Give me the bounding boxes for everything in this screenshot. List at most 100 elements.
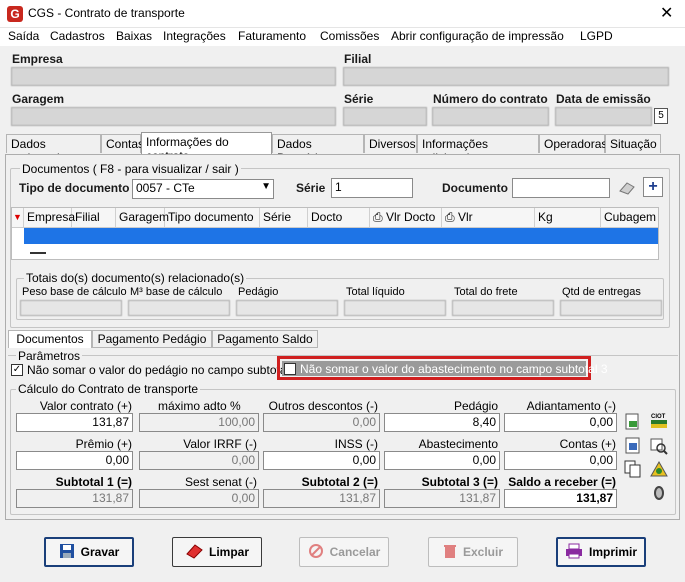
maximo-adto-label: máximo adto % bbox=[158, 399, 241, 413]
search-icon[interactable] bbox=[650, 437, 668, 455]
documento-input[interactable] bbox=[512, 178, 610, 198]
copy-icon[interactable] bbox=[624, 460, 642, 478]
premio-label: Prêmio (+) bbox=[75, 437, 132, 451]
total-frete-field bbox=[452, 300, 554, 316]
abastecimento-input[interactable]: 0,00 bbox=[384, 451, 500, 470]
menu-comissoes[interactable]: Comissões bbox=[320, 29, 379, 43]
add-document-button[interactable]: + bbox=[643, 177, 663, 197]
garagem-field[interactable] bbox=[11, 107, 336, 126]
adiantamento-input[interactable]: 0,00 bbox=[504, 413, 617, 432]
col-docto[interactable]: Docto bbox=[308, 208, 370, 227]
menu-faturamento[interactable]: Faturamento bbox=[238, 29, 306, 43]
calculator-icon[interactable] bbox=[624, 437, 642, 455]
ciot-icon[interactable]: CIOT bbox=[650, 411, 668, 429]
svg-text:CIOT: CIOT bbox=[651, 414, 666, 420]
serie-doc-input[interactable]: 1 bbox=[331, 178, 413, 198]
col-tipo-documento[interactable]: Tipo documento bbox=[165, 208, 260, 227]
sest-senat-label: Sest senat (-) bbox=[184, 475, 257, 489]
pedagio-input[interactable]: 8,40 bbox=[384, 413, 500, 432]
tab-situacao[interactable]: Situação bbox=[605, 134, 661, 153]
gravar-button[interactable]: Gravar bbox=[44, 537, 134, 567]
premio-input[interactable]: 0,00 bbox=[16, 451, 133, 470]
subtotal2-input: 131,87 bbox=[263, 489, 380, 508]
triangle-chart-icon[interactable] bbox=[650, 460, 668, 478]
table-row[interactable] bbox=[24, 228, 658, 244]
tab-informacoes-contrato[interactable]: Informações do contrato bbox=[141, 132, 272, 163]
contas-label: Contas (+) bbox=[559, 437, 616, 451]
excluir-button[interactable]: Excluir bbox=[428, 537, 518, 567]
documents-grid: ▼ Empresa Filial Garagem Tipo documento … bbox=[11, 207, 659, 260]
tab-dados-cadastrais[interactable]: Dados cadastrais bbox=[6, 134, 101, 165]
filial-label: Filial bbox=[344, 52, 372, 66]
tab-operadoras[interactable]: Operadoras bbox=[539, 134, 607, 153]
menu-integracoes[interactable]: Integrações bbox=[163, 29, 226, 43]
menu-bar: Saída Cadastros Baixas Integrações Fatur… bbox=[0, 28, 685, 46]
empresa-field[interactable] bbox=[11, 67, 336, 86]
numero-contrato-field[interactable] bbox=[432, 107, 549, 126]
pedagio-subtotal-checkbox[interactable]: ✓ bbox=[11, 364, 23, 376]
menu-saida[interactable]: Saída bbox=[8, 29, 39, 43]
col-kg-estimado[interactable]: Kg Estimado bbox=[535, 208, 601, 243]
valor-contrato-label: Valor contrato (+) bbox=[39, 399, 132, 413]
tab-informacoes-adicionais[interactable]: Informações adicionais bbox=[417, 134, 539, 165]
pedagio-label: Pedágio bbox=[453, 399, 498, 413]
inss-input[interactable]: 0,00 bbox=[263, 451, 380, 470]
abastecimento-label: Abastecimento bbox=[418, 437, 498, 451]
totais-legend: Totais do(s) documento(s) relacionado(s) bbox=[24, 271, 247, 285]
contas-input[interactable]: 0,00 bbox=[504, 451, 617, 470]
cancelar-button[interactable]: Cancelar bbox=[299, 537, 389, 567]
saldo-receber-input: 131,87 bbox=[504, 489, 617, 508]
m3-base-label: M³ base de cálculo bbox=[130, 286, 223, 298]
menu-cadastros[interactable]: Cadastros bbox=[50, 29, 105, 43]
row-indicator-icon: ▼ bbox=[12, 208, 24, 227]
imprimir-button[interactable]: Imprimir bbox=[556, 537, 646, 567]
qtd-entregas-label: Qtd de entregas bbox=[562, 286, 641, 298]
pedagio-total-field bbox=[236, 300, 338, 316]
cancel-icon bbox=[308, 543, 324, 562]
col-serie[interactable]: Série bbox=[260, 208, 308, 227]
imprimir-label: Imprimir bbox=[588, 545, 637, 559]
tab-diversos[interactable]: Diversos bbox=[364, 134, 417, 153]
col-filial[interactable]: Filial bbox=[72, 208, 116, 227]
col-vlr-mercadoria[interactable]: ⎙ Vlr Mercadoria bbox=[442, 208, 535, 243]
excluir-label: Excluir bbox=[462, 545, 504, 559]
col-cubagem[interactable]: Cubagem bbox=[601, 208, 658, 227]
menu-lgpd[interactable]: LGPD bbox=[580, 29, 613, 43]
calendar-icon[interactable]: 5 bbox=[654, 108, 668, 124]
eraser-icon[interactable] bbox=[617, 179, 637, 197]
tab-pagamento-saldo[interactable]: Pagamento Saldo bbox=[212, 330, 318, 348]
chevron-down-icon: ▼ bbox=[261, 181, 271, 192]
col-empresa[interactable]: Empresa bbox=[24, 208, 75, 227]
menu-configuracao-impressao[interactable]: Abrir configuração de impressão bbox=[391, 29, 564, 43]
total-liquido-field bbox=[344, 300, 446, 316]
close-icon[interactable]: ✕ bbox=[660, 3, 673, 23]
numero-contrato-label: Número do contrato bbox=[433, 92, 548, 106]
tab-dados-bancarios[interactable]: Dados Bancários bbox=[272, 134, 364, 165]
save-icon bbox=[59, 543, 75, 562]
valor-contrato-input[interactable]: 131,87 bbox=[16, 413, 133, 432]
col-garagem[interactable]: Garagem bbox=[116, 208, 169, 227]
tipo-documento-select[interactable]: 0057 - CTe ▼ bbox=[132, 179, 274, 199]
filial-select[interactable] bbox=[343, 67, 669, 86]
col-vlr-docto[interactable]: ⎙ Vlr Docto bbox=[370, 208, 442, 227]
printer-icon: ⎙ bbox=[445, 210, 455, 224]
outros-descontos-label: Outros descontos (-) bbox=[268, 399, 378, 413]
tab-contas[interactable]: Contas bbox=[101, 134, 144, 153]
data-emissao-field[interactable] bbox=[555, 107, 652, 126]
valor-irrf-input: 0,00 bbox=[139, 451, 259, 470]
tab-documentos[interactable]: Documentos bbox=[8, 330, 92, 348]
limpar-button[interactable]: Limpar bbox=[172, 537, 262, 567]
tab-pagamento-pedagio[interactable]: Pagamento Pedágio bbox=[92, 330, 212, 348]
coins-icon[interactable] bbox=[650, 484, 668, 502]
document-report-icon[interactable] bbox=[624, 413, 642, 431]
printer-icon bbox=[565, 543, 583, 562]
serie-label: Série bbox=[344, 92, 374, 106]
abastecimento-subtotal-checkbox[interactable] bbox=[284, 363, 296, 375]
main-tabs: Dados cadastrais Contas Informações do c… bbox=[4, 132, 684, 165]
cancelar-label: Cancelar bbox=[329, 545, 381, 559]
qtd-entregas-field bbox=[560, 300, 662, 316]
grid-header: ▼ Empresa Filial Garagem Tipo documento … bbox=[12, 208, 658, 243]
menu-baixas[interactable]: Baixas bbox=[116, 29, 152, 43]
serie-field[interactable] bbox=[343, 107, 427, 126]
adiantamento-label: Adiantamento (-) bbox=[526, 399, 616, 413]
